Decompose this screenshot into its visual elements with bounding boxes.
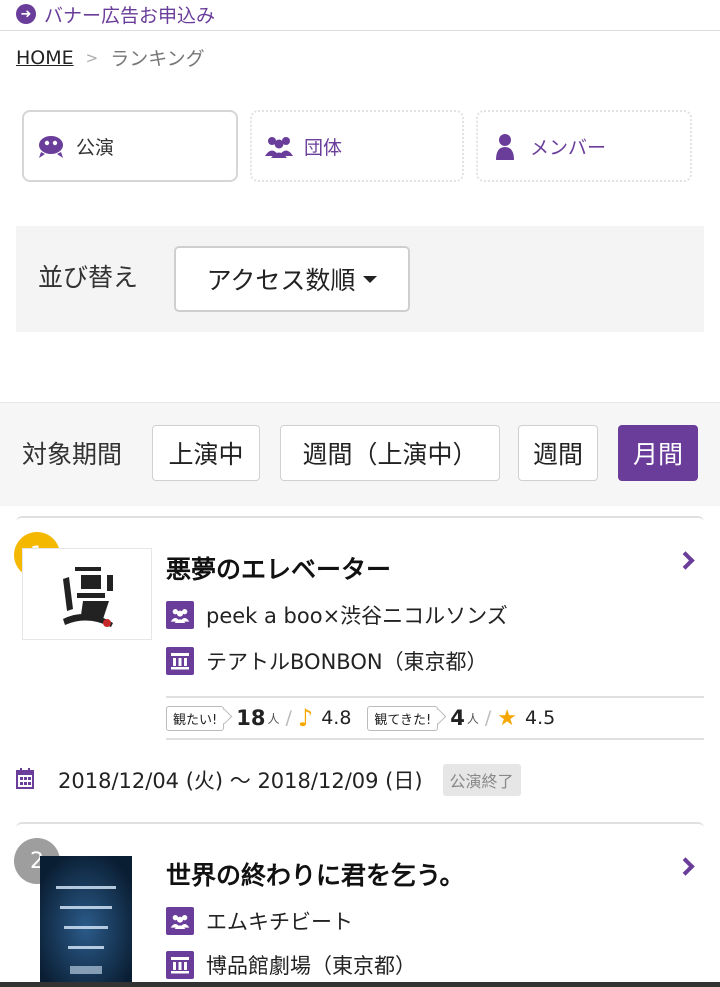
performance-title[interactable]: 世界の終わりに君を乞う。 bbox=[166, 856, 465, 892]
breadcrumb-separator: > bbox=[85, 48, 99, 67]
status-badge: 公演終了 bbox=[442, 764, 521, 796]
want-to-see-rating: 4.8 bbox=[321, 707, 352, 729]
company-name[interactable]: エムキチビート bbox=[206, 906, 353, 936]
sort-label: 並び替え bbox=[38, 263, 139, 292]
company-name[interactable]: peek a boo×渋谷ニコルソンズ bbox=[206, 600, 508, 630]
people-unit: 人 bbox=[466, 711, 479, 726]
performance-thumbnail[interactable] bbox=[22, 548, 152, 640]
tab-members-label: メンバー bbox=[530, 136, 607, 159]
arrow-right-circle-icon: ➜ bbox=[16, 4, 36, 24]
ranking-item[interactable]: 2 世界の終わりに君を乞う。 エムキチビート 博品館劇場（東京都） bbox=[14, 822, 704, 987]
group-icon bbox=[264, 131, 294, 161]
ranking-item[interactable]: 1 悪夢のエレベーター peek a boo×渋谷ニコルソンズ テアトルBONB… bbox=[14, 516, 704, 806]
period-label: 対象期間 bbox=[22, 440, 123, 469]
group-icon bbox=[166, 601, 194, 629]
chevron-right-icon[interactable] bbox=[676, 857, 695, 876]
venue-name[interactable]: テアトルBONBON（東京都） bbox=[206, 646, 488, 676]
performance-thumbnail[interactable] bbox=[40, 856, 132, 986]
star-icon: ★ bbox=[497, 705, 518, 731]
breadcrumb-home-link[interactable]: HOME bbox=[16, 47, 74, 69]
banner-ad-link[interactable]: ➜ バナー広告お申込み bbox=[16, 2, 216, 27]
slash-separator: / bbox=[285, 707, 292, 729]
date-row: 2018/12/04 (火) 〜 2018/12/09 (日) 公演終了 bbox=[16, 764, 521, 796]
breadcrumb: HOME > ランキング bbox=[16, 44, 205, 71]
music-note-icon: ♪ bbox=[297, 704, 314, 732]
period-weekly-now-showing-button[interactable]: 週間（上演中） bbox=[280, 425, 500, 481]
period-now-showing-button[interactable]: 上演中 bbox=[152, 425, 260, 481]
group-icon bbox=[166, 907, 194, 935]
theater-icon bbox=[166, 951, 194, 979]
seen-tag[interactable]: 観てきた! bbox=[367, 705, 439, 731]
tab-performances-label: 公演 bbox=[76, 136, 115, 159]
sort-panel: 並び替え アクセス数順 bbox=[16, 226, 704, 332]
period-weekly-button[interactable]: 週間 bbox=[518, 425, 598, 481]
period-panel: 対象期間 上演中 週間（上演中） 週間 月間 bbox=[0, 402, 720, 506]
tab-members[interactable]: メンバー bbox=[476, 110, 692, 182]
sort-dropdown[interactable]: アクセス数順 bbox=[174, 246, 410, 312]
people-unit: 人 bbox=[267, 711, 280, 726]
bottom-edge bbox=[0, 982, 720, 987]
stats-row: 観たい! 18 人 / ♪ 4.8 観てきた! 4 人 / ★ 4.5 bbox=[166, 696, 704, 740]
sort-selected-value: アクセス数順 bbox=[206, 266, 356, 295]
person-icon bbox=[490, 131, 520, 161]
tab-performances[interactable]: 公演 bbox=[22, 110, 238, 182]
period-monthly-button[interactable]: 月間 bbox=[618, 425, 698, 481]
performance-period: 2018/12/04 (火) 〜 2018/12/09 (日) bbox=[58, 769, 423, 793]
venue-row: 博品館劇場（東京都） bbox=[166, 950, 416, 980]
company-row: エムキチビート bbox=[166, 906, 353, 936]
performance-title[interactable]: 悪夢のエレベーター bbox=[166, 550, 391, 586]
breadcrumb-current: ランキング bbox=[110, 48, 205, 70]
caret-down-icon bbox=[363, 275, 378, 283]
play-mask-icon bbox=[36, 131, 66, 161]
divider bbox=[0, 30, 720, 31]
seen-rating: 4.5 bbox=[525, 707, 556, 729]
want-to-see-count: 18 bbox=[236, 706, 266, 730]
slash-separator: / bbox=[484, 707, 492, 729]
venue-name[interactable]: 博品館劇場（東京都） bbox=[206, 950, 416, 980]
chevron-right-icon[interactable] bbox=[676, 551, 695, 570]
tab-groups-label: 団体 bbox=[304, 136, 343, 159]
tab-groups[interactable]: 団体 bbox=[250, 110, 464, 182]
banner-ad-label: バナー広告お申込み bbox=[44, 4, 216, 27]
want-to-see-tag[interactable]: 観たい! bbox=[166, 705, 225, 731]
theater-icon bbox=[166, 647, 194, 675]
seen-count: 4 bbox=[450, 706, 465, 730]
company-row: peek a boo×渋谷ニコルソンズ bbox=[166, 600, 508, 630]
calendar-icon bbox=[16, 767, 34, 794]
venue-row: テアトルBONBON（東京都） bbox=[166, 646, 488, 676]
